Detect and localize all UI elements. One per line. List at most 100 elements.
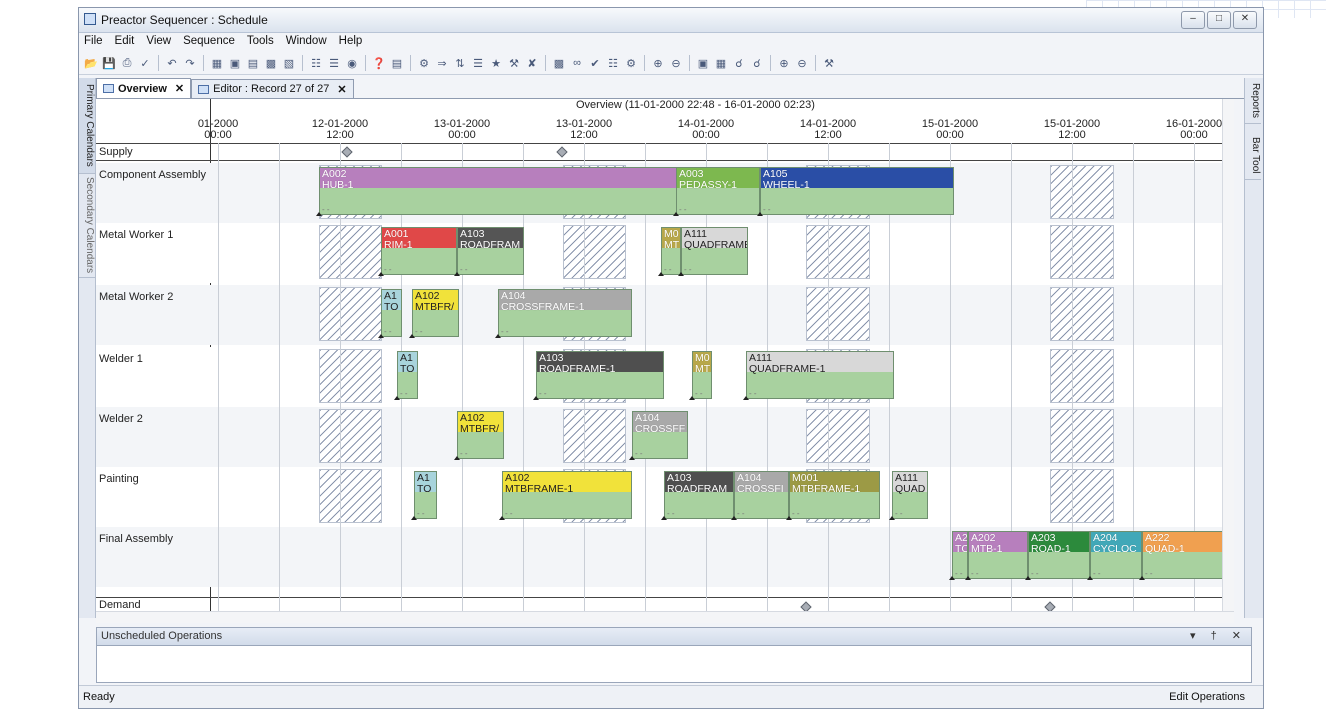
panel-controls[interactable]: ▾ † ✕ bbox=[1190, 629, 1247, 642]
operation-bar[interactable]: A111 QUADFRAME-1 - - bbox=[746, 351, 894, 399]
calendar-icon[interactable]: ▩ bbox=[263, 55, 279, 71]
row-label-supply: Supply bbox=[99, 146, 133, 158]
operation-start-marker bbox=[499, 516, 505, 520]
operation-bar[interactable]: A2 TC - - bbox=[952, 531, 968, 579]
zoom-out-icon[interactable]: ⊖ bbox=[668, 55, 684, 71]
operation-bar[interactable]: A104 CROSSFI - - bbox=[734, 471, 789, 519]
operation-bar[interactable]: A103 ROADFRAM - - bbox=[664, 471, 734, 519]
operation-bar[interactable]: M001 MTBFRAME-1 - - bbox=[789, 471, 880, 519]
save-icon[interactable]: 💾 bbox=[101, 55, 117, 71]
operation-bar[interactable]: A111 QUADFRAME - - bbox=[681, 227, 748, 275]
operation-bar[interactable]: A104 CROSSFRAME-1 - - bbox=[498, 289, 632, 337]
operation-bar[interactable]: A1 TO - - bbox=[414, 471, 437, 519]
forward-icon[interactable]: ⇒ bbox=[434, 55, 450, 71]
print-icon[interactable]: ⎙ bbox=[119, 55, 135, 71]
menu-edit[interactable]: Edit bbox=[114, 35, 136, 51]
horizontal-scrollbar[interactable] bbox=[96, 611, 1234, 623]
zoom-in-icon[interactable]: ⊕ bbox=[650, 55, 666, 71]
erase-icon[interactable]: ✘ bbox=[524, 55, 540, 71]
vertical-scrollbar[interactable] bbox=[1222, 99, 1234, 612]
layout-icon[interactable]: ▧ bbox=[281, 55, 297, 71]
resource-row-label: Final Assembly bbox=[99, 533, 173, 545]
operation-bar[interactable]: A001 RIM-1 - - bbox=[381, 227, 457, 275]
tab-bar-tool[interactable]: Bar Tool bbox=[1245, 132, 1261, 180]
help-icon[interactable]: ❓ bbox=[371, 55, 387, 71]
resource-row-label: Metal Worker 2 bbox=[99, 291, 174, 303]
menu-sequence[interactable]: Sequence bbox=[182, 35, 236, 51]
operation-bar[interactable]: A105 WHEEL-1 - - bbox=[760, 167, 954, 215]
close-button[interactable]: ✕ bbox=[1233, 11, 1257, 29]
maximize-button[interactable]: □ bbox=[1207, 11, 1231, 29]
schedule-icon[interactable]: ☷ bbox=[308, 55, 324, 71]
operation-start-marker bbox=[678, 272, 684, 276]
zoom-reset-icon[interactable]: ⊖ bbox=[794, 55, 810, 71]
menu-tools[interactable]: Tools bbox=[246, 35, 275, 51]
operation-bar[interactable]: M0 MT - - bbox=[661, 227, 681, 275]
menu-file[interactable]: File bbox=[83, 35, 104, 51]
minimize-button[interactable]: – bbox=[1181, 11, 1205, 29]
close-icon[interactable]: ✕ bbox=[337, 83, 346, 96]
operation-bar[interactable]: M0 MT - - bbox=[692, 351, 712, 399]
sequencer-icon[interactable]: ⚙ bbox=[416, 55, 432, 71]
tool-icon[interactable]: ⚒ bbox=[506, 55, 522, 71]
table-view-icon[interactable]: ▣ bbox=[227, 55, 243, 71]
operation-bar[interactable]: A204 CYCLOC - - bbox=[1090, 531, 1142, 579]
operation-bar[interactable]: A102 MTBFR/ - - bbox=[457, 411, 504, 459]
list-icon[interactable]: ☰ bbox=[470, 55, 486, 71]
binoculars-icon[interactable]: ◉ bbox=[344, 55, 360, 71]
document-icon[interactable]: ▤ bbox=[389, 55, 405, 71]
window-icon[interactable]: ▣ bbox=[695, 55, 711, 71]
row-label-demand: Demand bbox=[99, 599, 141, 611]
operation-bar[interactable]: A003 PEDASSY-1 - - bbox=[676, 167, 760, 215]
operation-bar[interactable]: A202 MTB-1 - - bbox=[968, 531, 1028, 579]
operation-bar[interactable]: A1 TO - - bbox=[381, 289, 402, 337]
operation-footer-marks: - - bbox=[763, 205, 771, 214]
operation-bar[interactable]: A103 ROADFRAM - - bbox=[457, 227, 524, 275]
redo-icon[interactable]: ↷ bbox=[182, 55, 198, 71]
operation-footer-marks: - - bbox=[417, 509, 425, 518]
magnify-icon[interactable]: ☌ bbox=[731, 55, 747, 71]
non-working-period bbox=[1050, 287, 1114, 341]
report-icon[interactable]: ☷ bbox=[605, 55, 621, 71]
sequence-icon[interactable]: ☰ bbox=[326, 55, 342, 71]
operation-footer-marks: - - bbox=[460, 449, 468, 458]
sort-icon[interactable]: ⇅ bbox=[452, 55, 468, 71]
gantt-chart[interactable]: Overview (11-01-2000 22:48 - 16-01-2000 … bbox=[96, 99, 1234, 623]
settings-icon[interactable]: ⚙ bbox=[623, 55, 639, 71]
operation-bar[interactable]: A222 QUAD-1 - - bbox=[1142, 531, 1230, 579]
tab-reports[interactable]: Reports bbox=[1245, 78, 1261, 124]
check-icon[interactable]: ✓ bbox=[137, 55, 153, 71]
menu-help[interactable]: Help bbox=[338, 35, 364, 51]
operation-bar[interactable]: A102 MTBFR/ - - bbox=[412, 289, 459, 337]
operation-bar[interactable]: A103 ROADFRAME-1 - - bbox=[536, 351, 664, 399]
tab-editor[interactable]: Editor : Record 27 of 27 ✕ bbox=[191, 79, 354, 98]
operation-bar[interactable]: A102 MTBFRAME-1 - - bbox=[502, 471, 632, 519]
operation-bar[interactable]: A203 ROAD-1 - - bbox=[1028, 531, 1090, 579]
close-icon[interactable]: ✕ bbox=[175, 82, 184, 95]
confirm-icon[interactable]: ✔ bbox=[587, 55, 603, 71]
chart-view-icon[interactable]: ▤ bbox=[245, 55, 261, 71]
zoom-fit-icon[interactable]: ⊕ bbox=[776, 55, 792, 71]
open-icon[interactable]: 📂 bbox=[83, 55, 99, 71]
magnify-alt-icon[interactable]: ☌ bbox=[749, 55, 765, 71]
operation-bar[interactable]: A002 HUB-1 - - bbox=[319, 167, 679, 215]
tab-primary-calendars[interactable]: Primary Calendars bbox=[79, 78, 95, 174]
operation-bar[interactable]: A111 QUAD - - bbox=[892, 471, 928, 519]
menu-window[interactable]: Window bbox=[285, 35, 328, 51]
tab-overview[interactable]: Overview ✕ bbox=[96, 78, 192, 98]
operation-bar[interactable]: A104 CROSSFF - - bbox=[632, 411, 688, 459]
operation-bar[interactable]: A1 TO - - bbox=[397, 351, 418, 399]
gantt-icon[interactable]: ▩ bbox=[551, 55, 567, 71]
milestone-marker[interactable] bbox=[556, 146, 568, 158]
milestone-marker[interactable] bbox=[341, 146, 353, 158]
link-icon[interactable]: ∞ bbox=[569, 55, 585, 71]
grid-view-icon[interactable]: ▦ bbox=[209, 55, 225, 71]
highlight-icon[interactable]: ★ bbox=[488, 55, 504, 71]
operation-start-marker bbox=[495, 334, 501, 338]
non-working-period bbox=[1050, 225, 1114, 279]
options-icon[interactable]: ⚒ bbox=[821, 55, 837, 71]
undo-icon[interactable]: ↶ bbox=[164, 55, 180, 71]
calendar-view-icon[interactable]: ▦ bbox=[713, 55, 729, 71]
tab-secondary-calendars[interactable]: Secondary Calendars bbox=[79, 174, 95, 278]
menu-view[interactable]: View bbox=[145, 35, 172, 51]
